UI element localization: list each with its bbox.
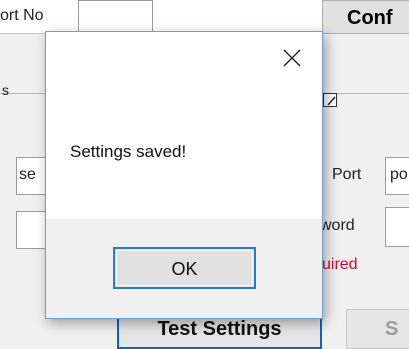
port-field-value: po [390,166,408,183]
group-label-fragment: s [2,82,9,98]
check-icon [327,96,336,106]
settings-saved-dialog: Settings saved! OK [45,31,323,319]
password-field[interactable] [385,207,409,247]
port-no-label: ort No [0,7,44,24]
ok-button[interactable]: OK [113,247,256,289]
port-label: Port [332,166,362,183]
port-no-field[interactable] [78,0,153,34]
port-field[interactable]: po [385,157,409,195]
config-button[interactable]: Conf [322,0,409,34]
password-label: word [320,217,355,234]
required-label: uired [322,256,358,273]
save-button-disabled[interactable]: S [346,309,409,349]
text-field-left-value: se [19,166,36,183]
checkbox[interactable] [323,93,337,107]
close-icon [283,49,301,67]
dialog-footer: OK [46,219,322,318]
dialog-message: Settings saved! [70,142,187,161]
close-button[interactable] [274,40,310,76]
